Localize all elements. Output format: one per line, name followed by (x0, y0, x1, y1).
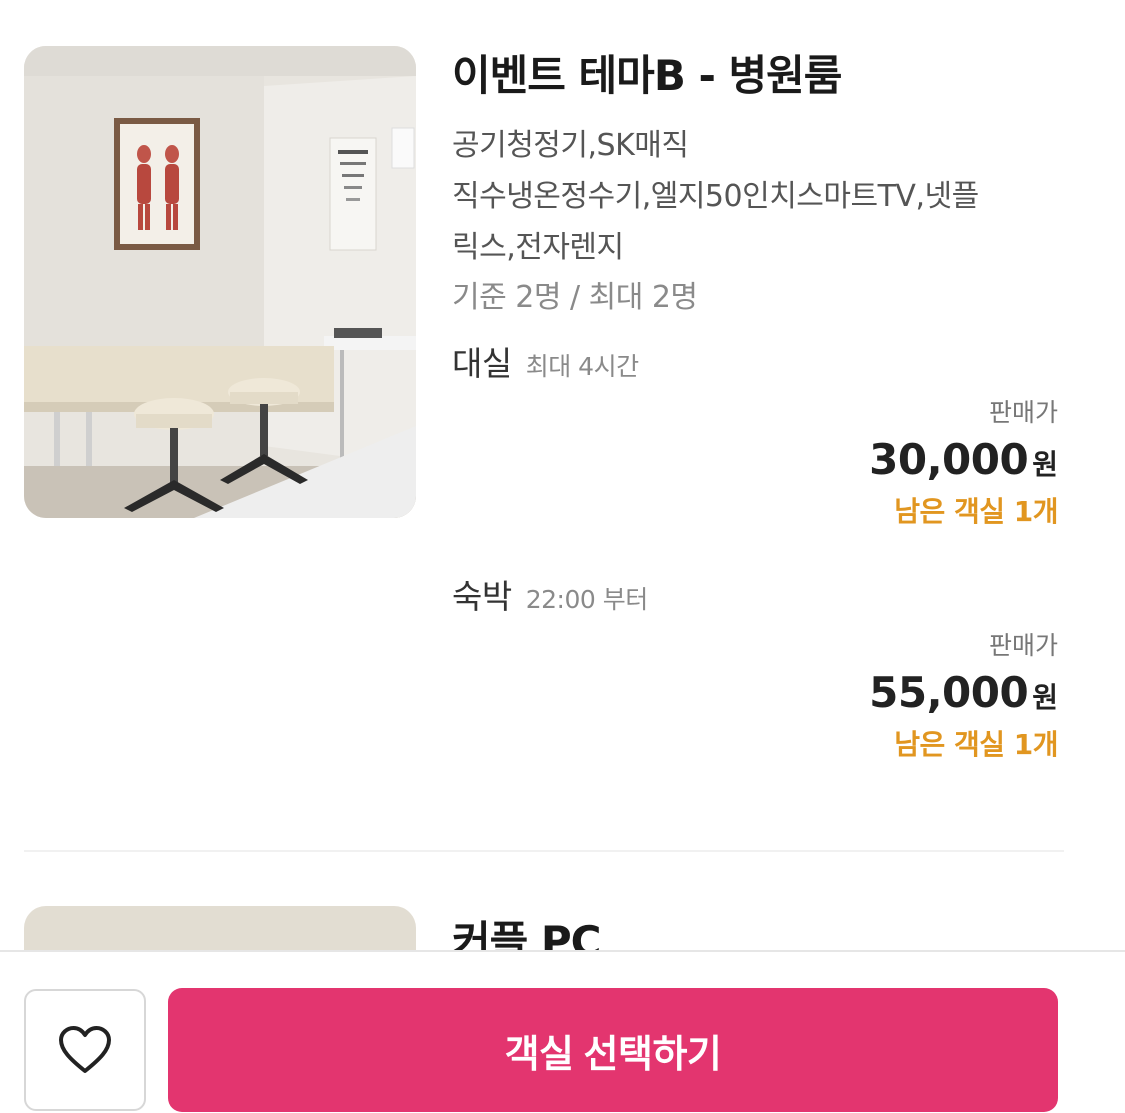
stay-type-sub: 22:00 부터 (525, 585, 649, 614)
room-amenities: 공기청정기,SK매직 직수냉온정수기,엘지50인치스마트TV,넷플 릭스,전자렌… (452, 120, 1072, 273)
rooms-left-badge: 남은 객실 1개 (894, 495, 1058, 528)
room-title: 이벤트 테마B - 병원룸 (452, 51, 842, 100)
stay-option-head: 숙박 22:00 부터 (452, 570, 1072, 618)
room-info: 이벤트 테마B - 병원룸 공기청정기,SK매직 직수냉온정수기,엘지50인치스… (452, 44, 1072, 763)
room-photo[interactable] (24, 46, 416, 518)
price-value: 55,000 (869, 668, 1029, 717)
stay-type-label: 대실 (452, 344, 512, 383)
stay-type-label: 숙박 (452, 577, 512, 616)
price-section: 판매가 55,000 원 남은 객실 1개 (452, 626, 1058, 763)
price-row: 55,000 원 (452, 668, 1058, 717)
amenities-line: 직수냉온정수기,엘지50인치스마트TV,넷플 (452, 179, 979, 214)
stay-option-daytime[interactable]: 대실 최대 4시간 판매가 30,000 원 남은 객실 1개 (452, 337, 1072, 530)
price-label: 판매가 (988, 398, 1058, 427)
price-label: 판매가 (988, 631, 1058, 660)
price-value: 30,000 (869, 435, 1029, 484)
price-unit: 원 (1032, 448, 1058, 481)
price-section: 판매가 30,000 원 남은 객실 1개 (452, 393, 1058, 530)
stay-option-overnight[interactable]: 숙박 22:00 부터 판매가 55,000 원 남은 객실 1개 (452, 570, 1072, 763)
rooms-left-badge: 남은 객실 1개 (894, 728, 1058, 761)
room-capacity: 기준 2명 / 최대 2명 (452, 280, 698, 315)
room-photo-image (24, 46, 416, 518)
price-unit: 원 (1032, 681, 1058, 714)
room-card[interactable]: 이벤트 테마B - 병원룸 공기청정기,SK매직 직수냉온정수기,엘지50인치스… (0, 0, 1125, 850)
bottom-action-bar: 객실 선택하기 (0, 950, 1125, 1113)
room-list-page: 이벤트 테마B - 병원룸 공기청정기,SK매직 직수냉온정수기,엘지50인치스… (0, 0, 1125, 1113)
wishlist-button[interactable] (24, 989, 146, 1111)
stay-type-sub: 최대 4시간 (525, 352, 639, 381)
amenities-line: 릭스,전자렌지 (452, 230, 624, 265)
heart-icon (59, 1026, 111, 1073)
amenities-line: 공기청정기,SK매직 (452, 128, 689, 163)
card-divider (24, 850, 1064, 852)
stay-option-head: 대실 최대 4시간 (452, 337, 1072, 385)
price-row: 30,000 원 (452, 435, 1058, 484)
select-room-button[interactable]: 객실 선택하기 (168, 988, 1058, 1112)
